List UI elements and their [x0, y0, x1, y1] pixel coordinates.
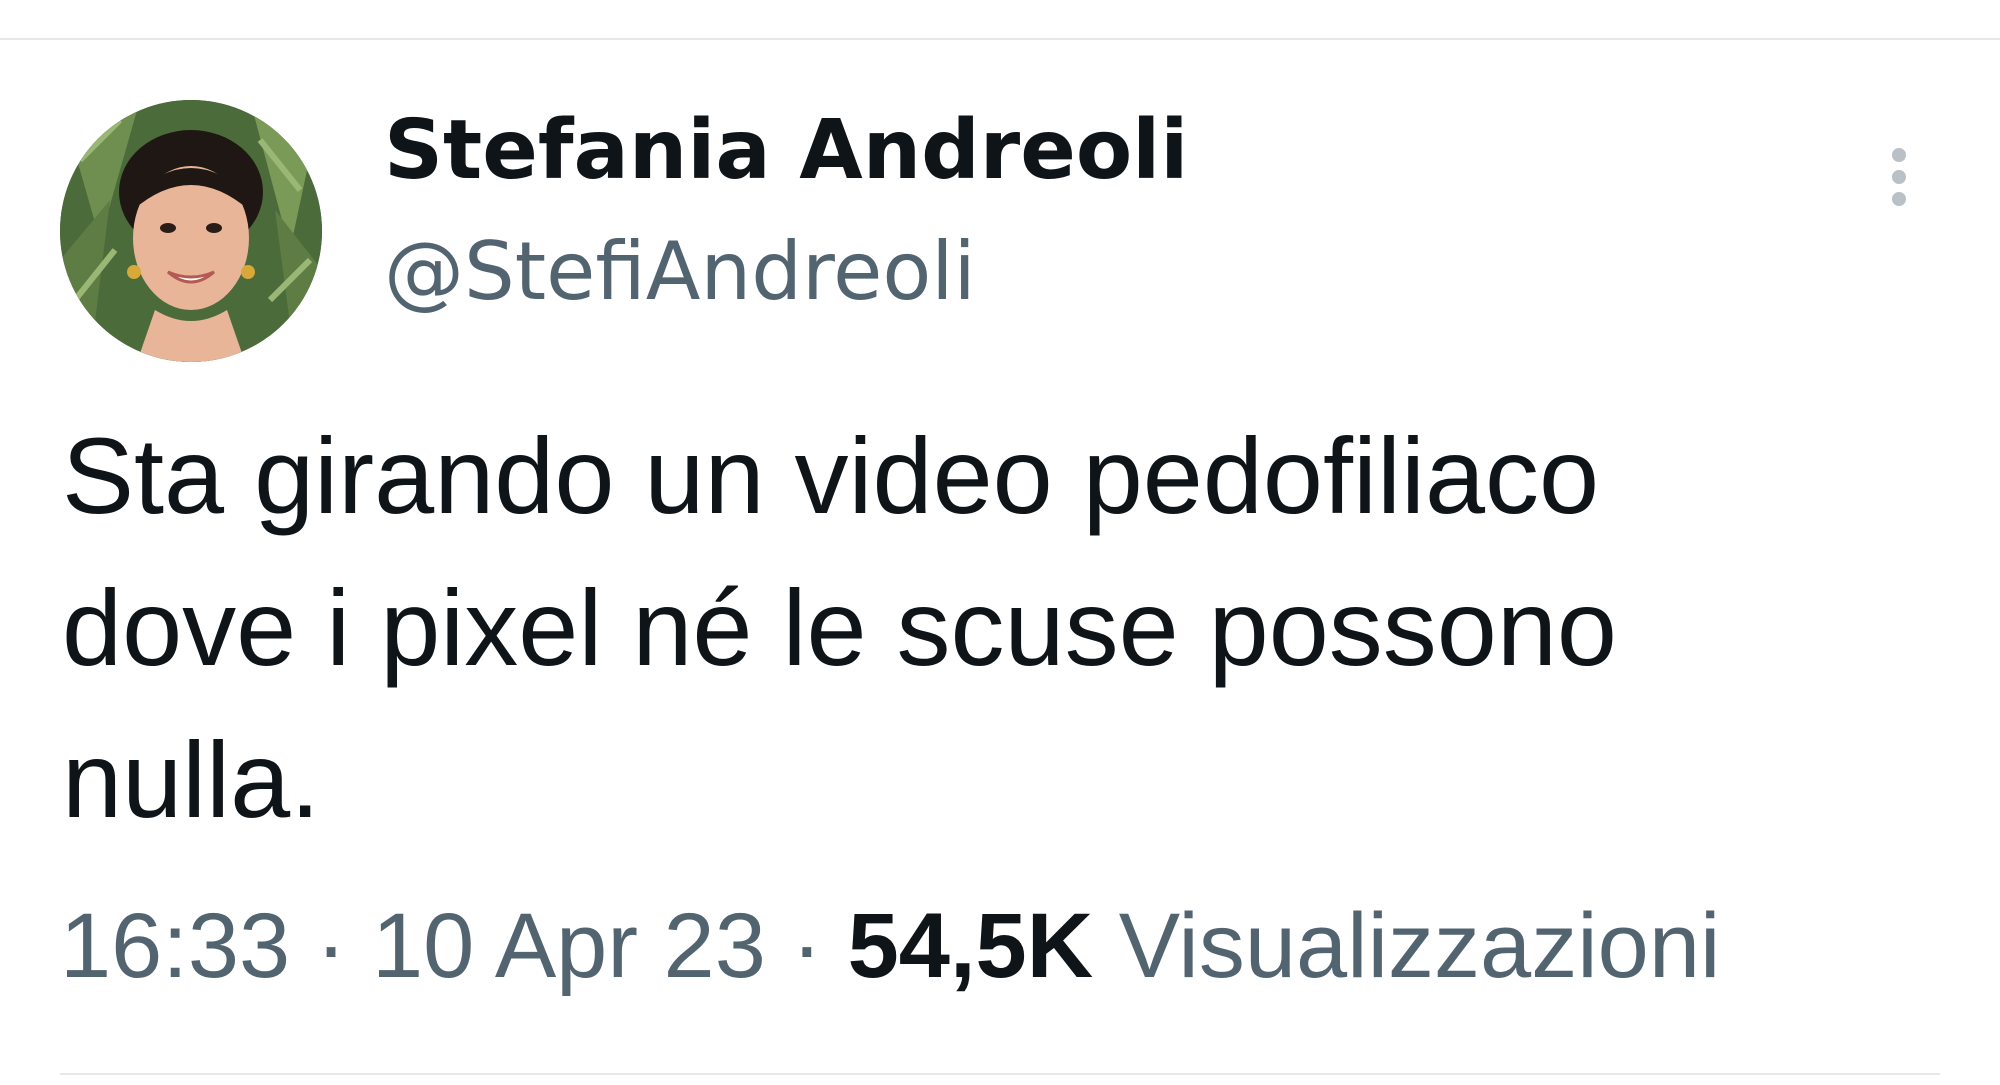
views-count: 54,5K	[847, 895, 1094, 997]
more-options-button[interactable]	[1880, 140, 1924, 220]
tweet-text-line: dove i pixel né le scuse possono	[62, 567, 1617, 688]
separator: ·	[791, 895, 823, 997]
separator: ·	[315, 895, 347, 997]
tweet-date[interactable]: 10 Apr 23	[372, 895, 766, 997]
avatar-image	[60, 100, 322, 362]
avatar[interactable]	[60, 100, 322, 362]
tweet-metadata: 16:33 · 10 Apr 23 · 54,5K Visualizzazion…	[60, 900, 1720, 992]
author-display-name[interactable]: Stefania Andreoli	[384, 110, 1188, 192]
top-divider	[0, 38, 2000, 40]
tweet-text-line: Sta girando un video pedofiliaco	[62, 415, 1600, 536]
tweet-text-line: nulla.	[62, 719, 321, 840]
views-label: Visualizzazioni	[1118, 895, 1721, 997]
tweet-text: Sta girando un video pedofiliaco dove i …	[62, 400, 1942, 856]
bottom-divider	[60, 1073, 1940, 1075]
tweet-time[interactable]: 16:33	[60, 895, 290, 997]
author-handle[interactable]: @StefiAndreoli	[384, 232, 976, 312]
